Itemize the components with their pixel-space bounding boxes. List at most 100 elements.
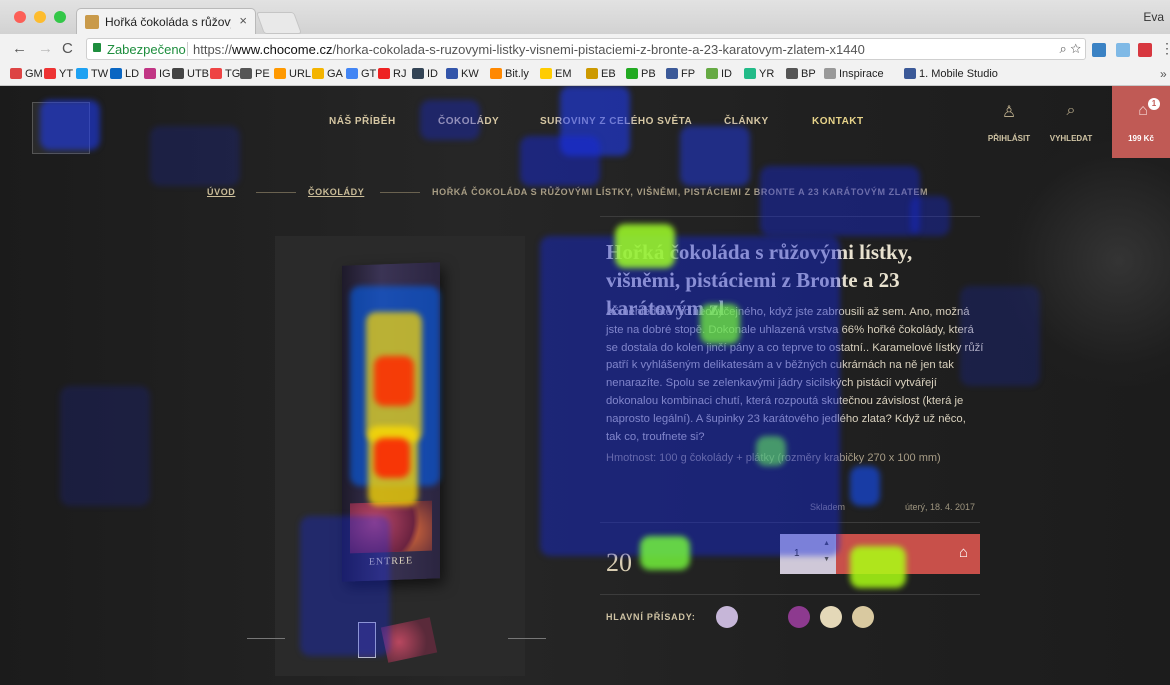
gallery-next-arrow-icon[interactable] [508,638,546,639]
bookmark-favicon-icon [274,68,286,79]
back-arrow-icon[interactable]: ← [12,40,27,57]
divider [600,522,980,523]
ingredient-cherry-icon[interactable] [788,606,810,628]
bookmark-item[interactable]: IG [144,68,171,80]
address-bar[interactable]: Zabezpečeno https://www.chocome.cz/horka… [86,38,1086,60]
nav-chocolates[interactable]: ČOKOLÁDY [438,116,499,127]
bookmark-item[interactable]: YT [44,68,73,80]
new-tab-button[interactable] [255,12,303,34]
bookmark-label: GM [25,68,43,80]
bookmark-favicon-icon [378,68,390,79]
bookmark-item[interactable]: GT [346,68,376,80]
bookmark-item[interactable]: TW [76,68,108,80]
cart-total: 199 Kč [1128,134,1154,143]
nav-our-story[interactable]: NÁŠ PŘÍBĚH [329,116,396,127]
delivery-date: úterý, 18. 4. 2017 [905,502,976,512]
bookmark-item[interactable]: Inspirace [824,68,884,80]
bookmark-item[interactable]: FP [666,68,695,80]
bookmark-item[interactable]: YR [744,68,774,80]
bookmark-favicon-icon [10,68,22,79]
extension-icon-1[interactable] [1092,43,1106,57]
bookmark-label: GA [327,68,343,80]
extension-icon-2[interactable] [1116,43,1130,57]
browser-titlebar: Hořká čokoláda s růžovými líst × Eva [0,0,1170,34]
forward-arrow-icon[interactable]: → [38,40,53,57]
quantity-stepper[interactable]: 1 ▲ ▼ [780,534,836,574]
bookmark-label: RJ [393,68,407,80]
cart-count-badge: 1 [1148,98,1160,110]
add-to-cart-button[interactable]: ⌂ [836,534,980,574]
web-page: NÁŠ PŘÍBĚH ČOKOLÁDY SUROVINY Z CELÉHO SV… [0,86,1170,685]
gallery-prev-arrow-icon[interactable] [247,638,285,639]
bookmark-item[interactable]: ID [412,68,438,80]
product-description: Ač nehledáte nic neobyčejného, když jste… [606,306,984,443]
zoom-and-bookmark-star-icon[interactable]: ⌕ ☆ [1060,41,1082,57]
bookmark-item[interactable]: PB [626,68,656,80]
cart-button[interactable]: ⌂ 1 199 Kč [1112,86,1170,158]
bookmarks-more-icon[interactable]: » [1160,67,1167,81]
secure-label: Zabezpečeno [107,42,186,57]
ingredient-pistachio-icon[interactable] [820,606,842,628]
site-logo[interactable] [32,102,90,154]
bookmark-item[interactable]: 1. Mobile Studio [904,68,998,80]
tab-close-icon[interactable]: × [239,13,247,28]
background-decoration [1000,136,1170,386]
window-maximize-button[interactable] [54,11,66,23]
login-label: PŘIHLÁSIT [987,134,1031,143]
bookmark-favicon-icon [824,68,836,79]
extension-icon-3[interactable] [1138,43,1152,57]
quantity-down-icon[interactable]: ▼ [823,556,830,563]
bookmark-item[interactable]: ID [706,68,732,80]
bookmark-label: FP [681,68,696,80]
bookmark-favicon-icon [346,68,358,79]
bookmark-item[interactable]: RJ [378,68,406,80]
ingredient-gold-icon[interactable] [852,606,874,628]
bookmark-favicon-icon [904,68,916,79]
bookmark-item[interactable]: URL [274,68,311,80]
bookmark-item[interactable]: BP [786,68,816,80]
bookmark-item[interactable]: EB [586,68,616,80]
bookmark-item[interactable]: Bit.ly [490,68,529,80]
window-close-button[interactable] [14,11,26,23]
bookmark-label: 1. Mobile Studio [919,68,998,80]
bookmark-item[interactable]: UTB [172,68,209,80]
bookmark-label: URL [289,68,312,80]
login-button[interactable]: ♙ PŘIHLÁSIT [978,86,1040,158]
bookmark-item[interactable]: GM [10,68,43,80]
product-box-image[interactable]: ENTREE [342,262,440,582]
address-separator [187,42,188,56]
browser-tab-active[interactable]: Hořká čokoláda s růžovými líst × [76,8,256,34]
quantity-up-icon[interactable]: ▲ [823,540,830,547]
browser-menu-icon[interactable]: ⋮ [1160,40,1170,57]
bookmark-favicon-icon [666,68,678,79]
bookmark-label: KW [461,68,479,80]
search-label: VYHLEDAT [1049,134,1093,143]
quantity-value[interactable]: 1 [794,548,800,559]
gallery-thumbnail-1[interactable] [358,622,376,658]
nav-articles[interactable]: ČLÁNKY [724,116,769,127]
nav-ingredients[interactable]: SUROVINY Z CELÉHO SVĚTA [540,116,692,127]
stock-status: Skladem [810,502,846,512]
bookmark-item[interactable]: TG [210,68,240,80]
breadcrumb-home[interactable]: ÚVOD [207,187,235,197]
breadcrumb-current: HOŘKÁ ČOKOLÁDA S RŮŽOVÝMI LÍSTKY, VIŠNĚM… [432,187,929,197]
url-text[interactable]: https://www.chocome.cz/horka-cokolada-s-… [193,42,865,57]
profile-name[interactable]: Eva [1143,10,1164,24]
bookmark-favicon-icon [412,68,424,79]
breadcrumb-category[interactable]: ČOKOLÁDY [308,187,364,197]
window-minimize-button[interactable] [34,11,46,23]
bookmark-item[interactable]: LD [110,68,139,80]
search-button[interactable]: ⌕ VYHLEDAT [1040,86,1102,158]
site-favicon-icon [85,15,99,29]
bookmark-item[interactable]: KW [446,68,479,80]
bookmark-item[interactable]: PE [240,68,270,80]
heatmap-overlay [0,86,1170,685]
bookmark-item[interactable]: EM [540,68,572,80]
bookmark-item[interactable]: GA [312,68,343,80]
bookmark-label: BP [801,68,816,80]
bookmark-favicon-icon [110,68,122,79]
nav-contact[interactable]: KONTAKT [812,116,864,127]
ingredient-rose-icon[interactable] [716,606,738,628]
reload-icon[interactable]: C [62,40,73,57]
bookmark-label: EB [601,68,616,80]
